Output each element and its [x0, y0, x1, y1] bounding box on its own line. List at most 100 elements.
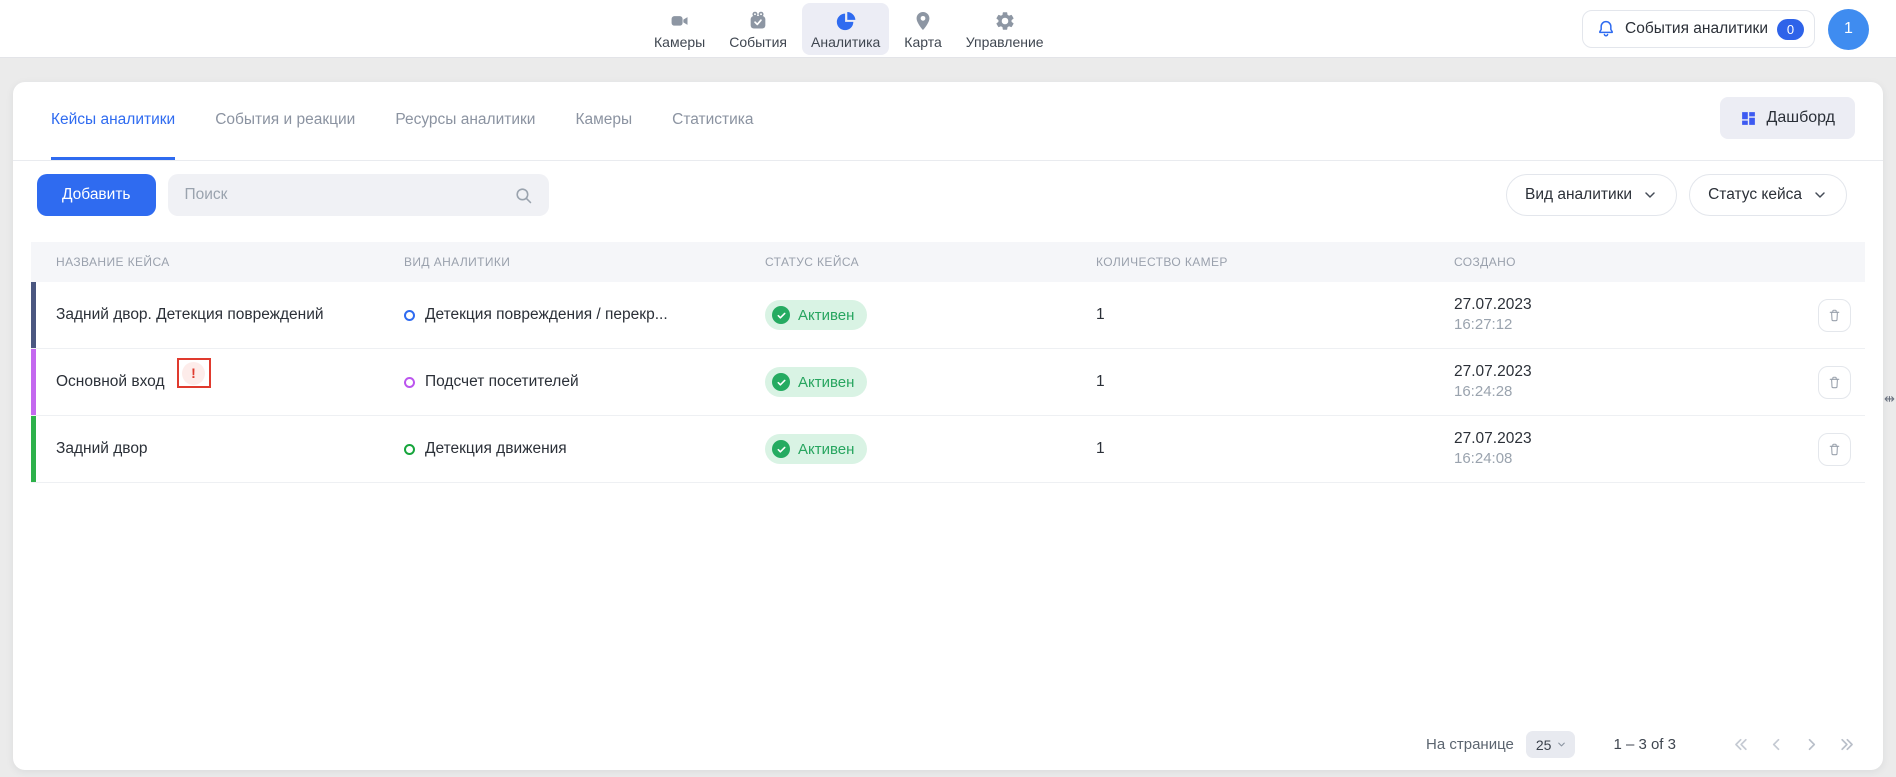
topbar: Камеры События Аналитика Карта: [0, 0, 1896, 58]
analytics-type: Подсчет посетителей: [425, 373, 579, 391]
search-box: [168, 174, 549, 216]
next-page-button[interactable]: [1800, 734, 1822, 756]
dashboard-button[interactable]: Дашборд: [1720, 97, 1856, 139]
nav-item-map[interactable]: Карта: [895, 3, 950, 55]
video-camera-icon: [668, 10, 692, 32]
table-row[interactable]: Основной вход ! Подсчет посетителей Акти…: [31, 349, 1865, 416]
nav-item-management[interactable]: Управление: [957, 3, 1053, 55]
avatar[interactable]: 1: [1828, 9, 1869, 50]
tab-statistics[interactable]: Статистика: [672, 82, 753, 160]
search-input[interactable]: [183, 185, 513, 205]
created-time: 16:24:08: [1454, 450, 1512, 468]
camera-count: 1: [1096, 440, 1454, 458]
gear-icon: [993, 10, 1017, 32]
nav-label-map: Карта: [904, 35, 941, 49]
row-accent-bar: [31, 416, 36, 482]
events-button-label: События аналитики: [1625, 20, 1768, 38]
per-page-select[interactable]: 25: [1526, 731, 1576, 758]
nav-label-management: Управление: [966, 35, 1044, 49]
status-label: Активен: [798, 441, 854, 458]
column-header-status: СТАТУС КЕЙСА: [765, 255, 1096, 269]
created-date: 27.07.2023: [1454, 296, 1532, 314]
status-badge: Активен: [765, 367, 867, 397]
check-icon: [772, 440, 790, 458]
analytics-type-dot-icon: [404, 444, 415, 455]
status-badge: Активен: [765, 300, 867, 330]
nav-label-events: События: [729, 35, 787, 49]
pagination: На странице 25 1 – 3 of 3: [1426, 731, 1857, 758]
filter-analytics-type[interactable]: Вид аналитики: [1506, 174, 1677, 216]
analytics-events-button[interactable]: События аналитики 0: [1582, 10, 1815, 48]
last-page-button[interactable]: [1835, 734, 1857, 756]
events-count-badge: 0: [1777, 19, 1804, 40]
previous-page-button[interactable]: [1765, 734, 1787, 756]
created-date: 27.07.2023: [1454, 430, 1532, 448]
mouse-cursor: ⇹: [1884, 391, 1895, 407]
search-icon: [513, 185, 534, 206]
pie-chart-icon: [834, 10, 858, 32]
map-pin-icon: [911, 10, 935, 32]
case-name: Задний двор: [56, 440, 148, 458]
nav-item-events[interactable]: События: [720, 3, 796, 55]
column-header-type: ВИД АНАЛИТИКИ: [404, 255, 765, 269]
filter-case-status-label: Статус кейса: [1708, 186, 1802, 204]
analytics-type-dot-icon: [404, 377, 415, 388]
created-cell: 27.07.2023 16:24:28: [1454, 363, 1731, 401]
status-label: Активен: [798, 374, 854, 391]
row-accent-bar: [31, 349, 36, 415]
calendar-check-icon: [746, 10, 770, 32]
table-row[interactable]: Задний двор Детекция движения Активен 1 …: [31, 416, 1865, 483]
nav-label-cameras: Камеры: [654, 35, 705, 49]
app: Камеры События Аналитика Карта: [0, 0, 1896, 777]
created-time: 16:27:12: [1454, 316, 1512, 334]
cases-table: НАЗВАНИЕ КЕЙСА ВИД АНАЛИТИКИ СТАТУС КЕЙС…: [31, 242, 1865, 483]
tab-events-reactions[interactable]: События и реакции: [215, 82, 355, 160]
tab-analytics-resources[interactable]: Ресурсы аналитики: [395, 82, 535, 160]
camera-count: 1: [1096, 306, 1454, 324]
analytics-type: Детекция повреждения / перекр...: [425, 306, 668, 324]
status-badge: Активен: [765, 434, 867, 464]
delete-button[interactable]: [1818, 299, 1851, 332]
status-label: Активен: [798, 307, 854, 324]
per-page-label: На странице: [1426, 736, 1514, 753]
tab-cameras[interactable]: Камеры: [575, 82, 632, 160]
table-header: НАЗВАНИЕ КЕЙСА ВИД АНАЛИТИКИ СТАТУС КЕЙС…: [31, 242, 1865, 282]
first-page-button[interactable]: [1730, 734, 1752, 756]
case-name: Основной вход: [56, 373, 165, 391]
topbar-right: События аналитики 0 1: [1582, 0, 1869, 58]
alert-highlight-box: !: [177, 358, 211, 388]
check-icon: [772, 306, 790, 324]
main-nav: Камеры События Аналитика Карта: [645, 0, 1053, 58]
row-accent-bar: [31, 282, 36, 348]
case-name: Задний двор. Детекция повреждений: [56, 306, 324, 324]
chevron-down-icon: [1812, 187, 1828, 203]
column-header-cameras: КОЛИЧЕСТВО КАМЕР: [1096, 255, 1454, 269]
table-row[interactable]: Задний двор. Детекция повреждений Детекц…: [31, 282, 1865, 349]
nav-item-cameras[interactable]: Камеры: [645, 3, 714, 55]
per-page-value: 25: [1536, 737, 1552, 753]
tab-analytics-cases[interactable]: Кейсы аналитики: [51, 82, 175, 160]
created-time: 16:24:28: [1454, 383, 1512, 401]
nav-label-analytics: Аналитика: [811, 35, 880, 49]
analytics-type: Детекция движения: [425, 440, 567, 458]
toolbar: Добавить Вид аналитики Статус кейса: [13, 174, 1883, 216]
analytics-type-dot-icon: [404, 310, 415, 321]
filter-case-status[interactable]: Статус кейса: [1689, 174, 1847, 216]
content-card: Кейсы аналитики События и реакции Ресурс…: [13, 82, 1883, 770]
column-header-name: НАЗВАНИЕ КЕЙСА: [56, 255, 404, 269]
delete-button[interactable]: [1818, 366, 1851, 399]
created-date: 27.07.2023: [1454, 363, 1532, 381]
tab-bar: Кейсы аналитики События и реакции Ресурс…: [13, 82, 1883, 161]
pager-controls: [1730, 734, 1857, 756]
nav-item-analytics[interactable]: Аналитика: [802, 3, 889, 55]
dashboard-button-label: Дашборд: [1767, 109, 1836, 127]
delete-button[interactable]: [1818, 433, 1851, 466]
bell-icon: [1596, 19, 1616, 39]
pagination-range: 1 – 3 of 3: [1613, 736, 1676, 753]
created-cell: 27.07.2023 16:24:08: [1454, 430, 1731, 468]
dashboard-grid-icon: [1740, 110, 1757, 127]
add-button[interactable]: Добавить: [37, 174, 156, 216]
check-icon: [772, 373, 790, 391]
camera-count: 1: [1096, 373, 1454, 391]
exclamation-icon: !: [182, 362, 205, 385]
